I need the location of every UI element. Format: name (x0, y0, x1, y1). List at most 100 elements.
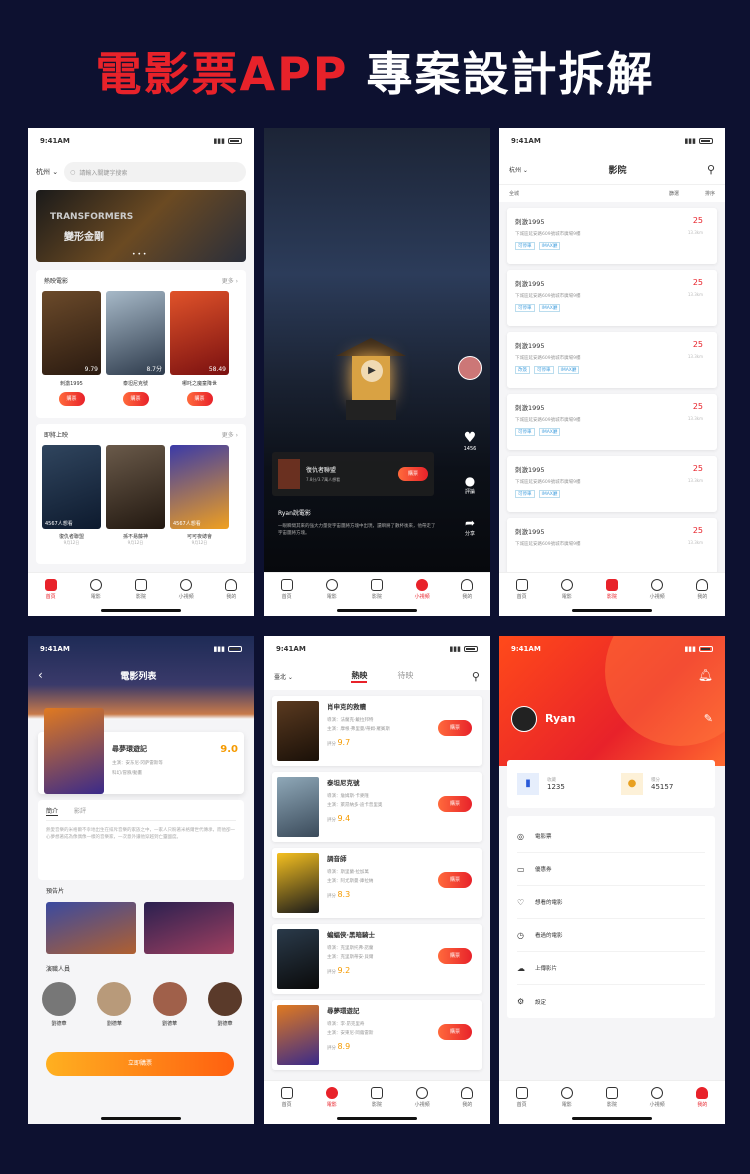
movie-list-item[interactable]: 肖申克的救贖 導演：法蘭克·戴拉邦特 主演：摩根·弗里曼/蒂姆·羅賓斯 評分 9.7 購… (272, 696, 482, 766)
screen-cinemas: 9:41AM ▮▮▮ 杭州 ⌄ 影院 ⚲ 全城 篩選 排序 刺激1995 下城區延安路… (499, 128, 725, 616)
menu-item[interactable]: ☁ 上傳影片 (517, 952, 705, 985)
city-select[interactable]: 臺北 ⌄ (274, 672, 293, 681)
buy-button[interactable]: 購票 (438, 948, 472, 964)
cinema-name: 刺激1995 (515, 342, 545, 350)
bell-icon[interactable]: 🔔︎ (698, 668, 713, 682)
movie-title: 泰坦尼克號 (327, 779, 360, 787)
cinema-tag: 可停車 (515, 428, 535, 436)
points-stat[interactable]: ● 積分 45157 (611, 760, 715, 808)
search-icon[interactable]: ⚲ (472, 670, 480, 683)
filter-area[interactable]: 全城 (509, 190, 519, 197)
page-title: 電影票APP 專案設計拆解 (95, 47, 655, 101)
filter-button[interactable]: 篩選 (669, 190, 679, 197)
cinema-card[interactable]: 刺激1995 下城區延安路609號城市廣場9樓 25 13.3km (507, 518, 717, 574)
home-icon (44, 579, 57, 591)
movie-poster (277, 701, 319, 761)
movie-list-item[interactable]: 泰坦尼克號 導演：詹姆斯·卡麥隆 主演：萊昂納多·迪卡普里奧 評分 9.4 購票 (272, 772, 482, 842)
tab-home[interactable]: 首頁 (504, 1087, 540, 1124)
hot-movie-card[interactable]: 8.7分 泰坦尼克號 購票 (106, 291, 165, 406)
share-button[interactable]: ➦ 分享 (458, 516, 482, 537)
tab-now-showing[interactable]: 熱映 (351, 670, 368, 683)
more-link[interactable]: 更多 › (222, 276, 238, 285)
menu-item[interactable]: ♡ 想看的電影 (517, 886, 705, 919)
comment-button[interactable]: ● 評論 (458, 474, 482, 495)
settings-icon: ⚙ (517, 997, 525, 1006)
tab-reviews[interactable]: 影評 (74, 806, 86, 816)
movie-list-item[interactable]: 調音師 導演：斯里蘭·拉加萬 主演：阿尤斯曼·庫拉納 評分 8.3 購票 (272, 848, 482, 918)
cinema-distance: 13.3km (687, 540, 703, 545)
user-icon (696, 579, 709, 591)
city-select[interactable]: 杭州 ⌄ (36, 167, 58, 177)
buy-now-button[interactable]: 立即購票 (46, 1052, 234, 1076)
menu-item[interactable]: ◷ 看過的電影 (517, 919, 705, 952)
author-avatar[interactable] (458, 356, 482, 380)
trailer-thumb[interactable] (144, 902, 234, 954)
tab-profile[interactable]: 我的 (684, 1087, 720, 1124)
cast-member[interactable]: 劉德華 (42, 982, 76, 1027)
movie-list-item[interactable]: 蝙蝠俠·黑暗騎士 導演：克里斯托弗·諾蘭 主演：克里斯蒂安·貝爾 評分 9.2 購票 (272, 924, 482, 994)
banner[interactable]: TRANSFORMERS 變形金剛 • • • (36, 190, 246, 262)
cinema-tag: 可停車 (515, 490, 535, 498)
buy-button[interactable]: 購票 (438, 720, 472, 736)
tab-coming-soon[interactable]: 待映 (397, 670, 413, 683)
tab-home[interactable]: 首頁 (269, 579, 305, 616)
avatar (42, 982, 76, 1016)
city-select[interactable]: 杭州 ⌄ (509, 165, 528, 174)
cinema-distance: 13.3km (687, 478, 703, 483)
cinema-card[interactable]: 刺激1995 下城區延安路609號城市廣場9樓 25 13.3km 改簽 可停車 IMAX廳 (507, 332, 717, 388)
cast-member[interactable]: 劉德華 (207, 982, 242, 1027)
cinema-card[interactable]: 刺激1995 下城區延安路609號城市廣場9樓 25 13.3km 可停車 IMAX廳 (507, 394, 717, 450)
screen-movie-detail: 9:41AM ▮▮▮ ‹ 電影列表 尋夢環遊記 9.0 主演：安东尼·冈萨雷斯等 … (28, 636, 254, 1124)
upcoming-card[interactable]: 孫不易藤神 9月12日 (106, 445, 165, 546)
cast-member[interactable]: 劉德華 (152, 982, 187, 1027)
tab-home[interactable]: 首頁 (504, 579, 540, 616)
buy-button[interactable]: 購票 (186, 392, 213, 406)
cinema-card[interactable]: 刺激1995 下城區延安路609號城市廣場9樓 25 13.3km 可停車 IMAX廳 (507, 270, 717, 326)
cinema-card[interactable]: 刺激1995 下城區延安路609號城市廣場9樓 25 13.3km 可停車 IMAX廳 (507, 208, 717, 264)
sort-button[interactable]: 排序 (705, 190, 715, 197)
tab-home[interactable]: 首頁 (33, 579, 69, 616)
movie-list-item[interactable]: 尋夢環遊記 導演：李·昂克里奇 主演：安東尼·岡薩雷斯 評分 8.9 購票 (272, 1000, 482, 1070)
buy-button[interactable]: 購票 (438, 1024, 472, 1040)
tab-synopsis[interactable]: 簡介 (46, 806, 59, 816)
home-indicator (337, 1117, 417, 1120)
cinema-price: 25 (692, 402, 703, 411)
buy-button[interactable]: 購票 (122, 392, 149, 406)
tab-profile[interactable]: 我的 (449, 1087, 485, 1124)
trailer-thumb[interactable] (46, 902, 136, 954)
menu-item[interactable]: ◎ 電影票 (517, 820, 705, 853)
comment-icon: ● (464, 474, 476, 488)
buy-button[interactable]: 購票 (58, 392, 85, 406)
tab-profile[interactable]: 我的 (213, 579, 249, 616)
user-icon (696, 1087, 709, 1099)
upcoming-card[interactable]: 4567人想看 復仇者聯盟 9月12日 (42, 445, 101, 546)
upcoming-card[interactable]: 4567人想看 可可夜總會 9月12日 (170, 445, 229, 546)
like-button[interactable]: ♥ 1456 (458, 430, 482, 452)
search-input[interactable]: ○ 請輸入關鍵字搜索 (64, 162, 246, 182)
favorites-stat[interactable]: ▮ 收藏 1235 (507, 760, 611, 808)
buy-button[interactable]: 購票 (398, 467, 428, 481)
clock-icon: ◷ (517, 930, 524, 940)
cast-member[interactable]: 劉德華 (97, 982, 132, 1027)
menu-item[interactable]: ▭ 優惠券 (517, 853, 705, 886)
cinema-tag: IMAX廳 (538, 304, 561, 312)
avatar[interactable] (511, 706, 537, 732)
ticket-icon: ◎ (517, 831, 524, 841)
tab-profile[interactable]: 我的 (449, 579, 485, 616)
hot-movie-card[interactable]: 58.49 哪吒之魔童降世 購票 (170, 291, 229, 406)
buy-button[interactable]: 購票 (438, 872, 472, 888)
menu-item[interactable]: ⚙ 設定 (517, 985, 705, 1018)
tab-profile[interactable]: 我的 (684, 579, 720, 616)
more-link[interactable]: 更多 › (222, 430, 238, 439)
movie-card[interactable]: 復仇者聯盟 7.8分/3.7萬人想看 購票 (272, 452, 434, 496)
hot-movie-card[interactable]: 9.79 刺激1995 購票 (42, 291, 101, 406)
cinema-card[interactable]: 刺激1995 下城區延安路609號城市廣場9樓 25 13.3km 可停車 IMAX廳 (507, 456, 717, 512)
edit-icon[interactable]: ✎ (704, 712, 713, 725)
buy-button[interactable]: 購票 (438, 796, 472, 812)
play-button[interactable]: ▶ (361, 360, 383, 382)
search-icon[interactable]: ⚲ (707, 163, 715, 176)
film-reel-icon (325, 1087, 338, 1099)
cinema-distance: 13.3km (687, 230, 703, 235)
hot-section: 熱映電影 更多 › 9.79 刺激1995 購票 8.7分 泰坦尼克號 購票 58.49 哪… (36, 270, 246, 418)
tab-home[interactable]: 首頁 (269, 1087, 305, 1124)
